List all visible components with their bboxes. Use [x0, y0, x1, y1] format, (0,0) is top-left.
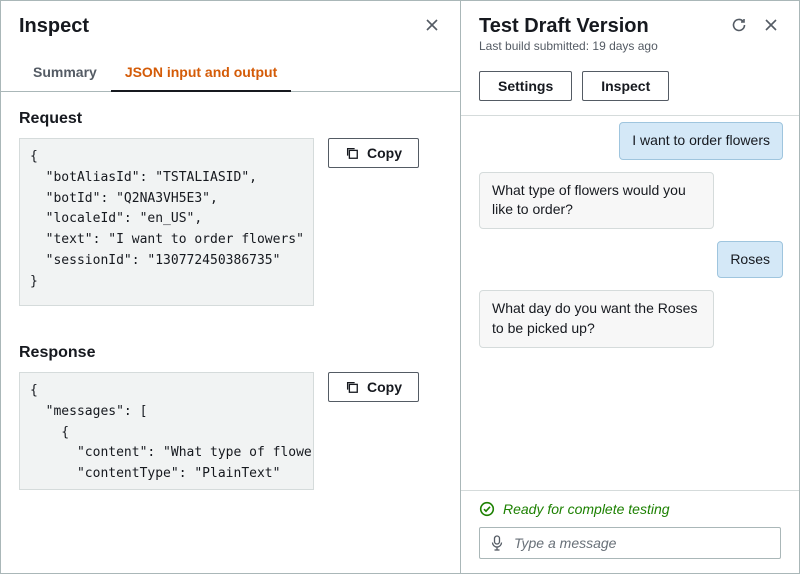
copy-response-button[interactable]: Copy — [328, 372, 419, 402]
response-code[interactable]: { "messages": [ { "content": "What type … — [19, 372, 314, 490]
user-message: I want to order flowers — [619, 122, 783, 160]
request-label: Request — [19, 110, 454, 128]
test-title: Test Draft Version — [479, 15, 658, 38]
close-icon — [424, 17, 440, 33]
test-panel: Test Draft Version Last build submitted:… — [461, 1, 799, 573]
close-inspect-button[interactable] — [422, 15, 442, 35]
user-message: Roses — [717, 241, 783, 279]
inspect-title: Inspect — [19, 15, 89, 38]
status-bar: Ready for complete testing — [461, 491, 799, 523]
refresh-icon — [731, 17, 747, 33]
chat-input-wrapper[interactable] — [479, 527, 781, 559]
copy-label: Copy — [367, 145, 402, 161]
inspect-body[interactable]: Request { "botAliasId": "TSTALIASID", "b… — [1, 92, 460, 573]
request-code[interactable]: { "botAliasId": "TSTALIASID", "botId": "… — [19, 138, 314, 306]
status-text: Ready for complete testing — [503, 501, 670, 517]
test-subtitle: Last build submitted: 19 days ago — [479, 39, 658, 53]
bot-message: What type of flowers would you like to o… — [479, 172, 714, 229]
close-test-button[interactable] — [761, 15, 781, 35]
bot-message: What day do you want the Roses to be pic… — [479, 290, 714, 347]
microphone-icon[interactable] — [490, 535, 504, 551]
copy-label: Copy — [367, 379, 402, 395]
inspect-button[interactable]: Inspect — [582, 71, 669, 101]
close-icon — [763, 17, 779, 33]
tab-summary[interactable]: Summary — [19, 54, 111, 92]
check-circle-icon — [479, 501, 495, 517]
inspect-tabs: Summary JSON input and output — [1, 54, 460, 92]
settings-button[interactable]: Settings — [479, 71, 572, 101]
chat-area[interactable]: I want to order flowers What type of flow… — [461, 115, 799, 491]
copy-request-button[interactable]: Copy — [328, 138, 419, 168]
chat-input[interactable] — [514, 535, 770, 551]
tab-json[interactable]: JSON input and output — [111, 54, 291, 92]
copy-icon — [345, 146, 359, 160]
refresh-button[interactable] — [729, 15, 749, 35]
inspect-panel: Inspect Summary JSON input and output Re… — [1, 1, 461, 573]
copy-icon — [345, 380, 359, 394]
response-label: Response — [19, 344, 454, 362]
